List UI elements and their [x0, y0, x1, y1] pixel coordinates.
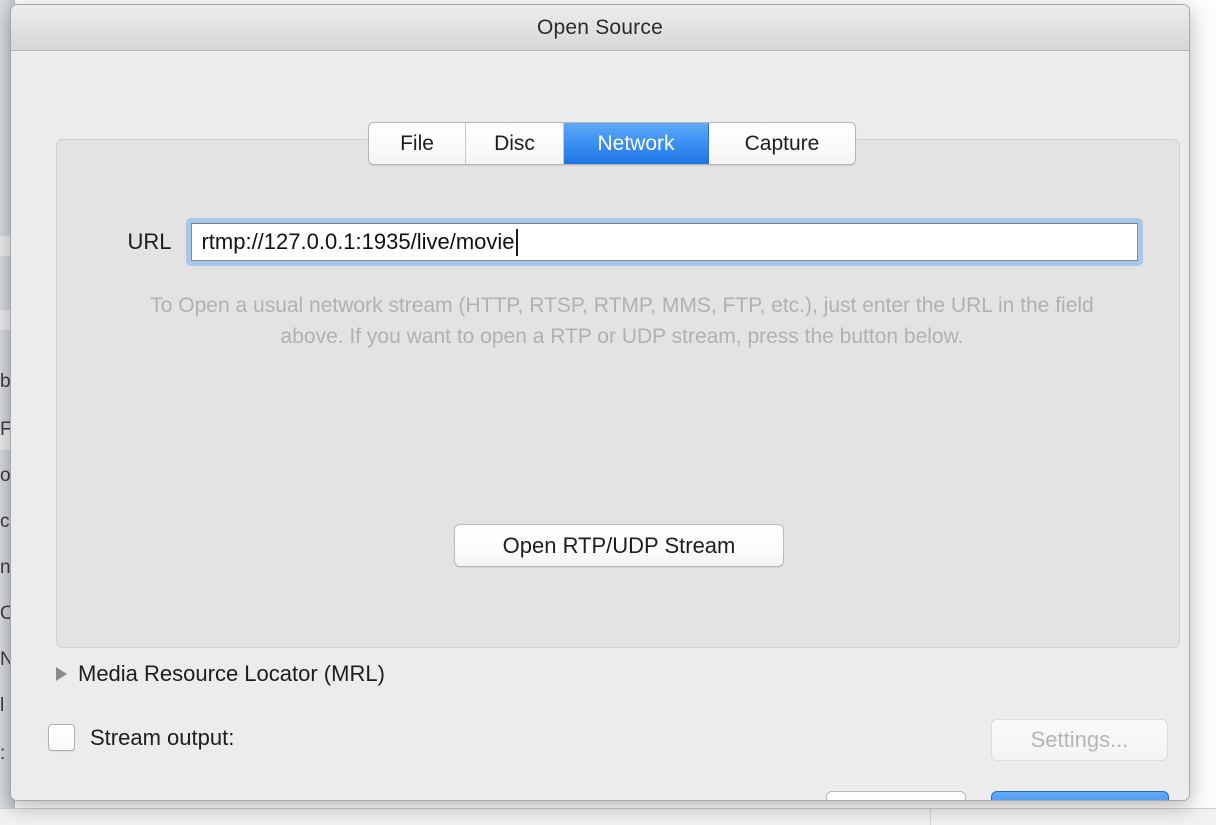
tab-disc[interactable]: Disc	[466, 123, 564, 164]
open-source-dialog: Open Source URL rtmp://127.0.0.1:1935/li…	[10, 4, 1190, 801]
network-hint-text: To Open a usual network stream (HTTP, RT…	[117, 290, 1127, 352]
cancel-button[interactable]: Cancel	[826, 791, 966, 801]
url-input-focus-ring: rtmp://127.0.0.1:1935/live/movie	[186, 218, 1143, 266]
stream-output-row: Stream output:	[48, 724, 234, 751]
screen: b F o c n O N l : Open Source URL rtmp:/…	[0, 0, 1216, 824]
dialog-body: URL rtmp://127.0.0.1:1935/live/movie To …	[11, 51, 1189, 801]
tab-network[interactable]: Network	[564, 123, 709, 164]
settings-button[interactable]: Settings...	[991, 719, 1168, 761]
background-statusbar	[0, 808, 1216, 825]
stream-output-checkbox[interactable]	[48, 724, 75, 751]
open-button[interactable]: Open	[991, 791, 1169, 801]
dialog-titlebar: Open Source	[11, 5, 1189, 51]
url-input-value: rtmp://127.0.0.1:1935/live/movie	[201, 229, 514, 255]
network-panel: URL rtmp://127.0.0.1:1935/live/movie To …	[56, 139, 1180, 648]
open-rtp-udp-stream-button[interactable]: Open RTP/UDP Stream	[454, 524, 784, 567]
text-caret	[516, 229, 518, 256]
triangle-right-icon[interactable]	[56, 667, 67, 681]
mrl-disclosure-row[interactable]: Media Resource Locator (MRL)	[56, 661, 385, 687]
source-tabbar: FileDiscNetworkCapture	[368, 122, 856, 165]
stream-output-label: Stream output:	[90, 725, 234, 751]
tab-capture[interactable]: Capture	[709, 123, 855, 164]
url-input[interactable]: rtmp://127.0.0.1:1935/live/movie	[191, 223, 1138, 261]
url-label: URL	[103, 229, 171, 255]
dialog-title: Open Source	[537, 16, 663, 40]
mrl-label: Media Resource Locator (MRL)	[78, 661, 385, 687]
tab-file[interactable]: File	[369, 123, 466, 164]
url-row: URL rtmp://127.0.0.1:1935/live/movie	[103, 218, 1143, 266]
